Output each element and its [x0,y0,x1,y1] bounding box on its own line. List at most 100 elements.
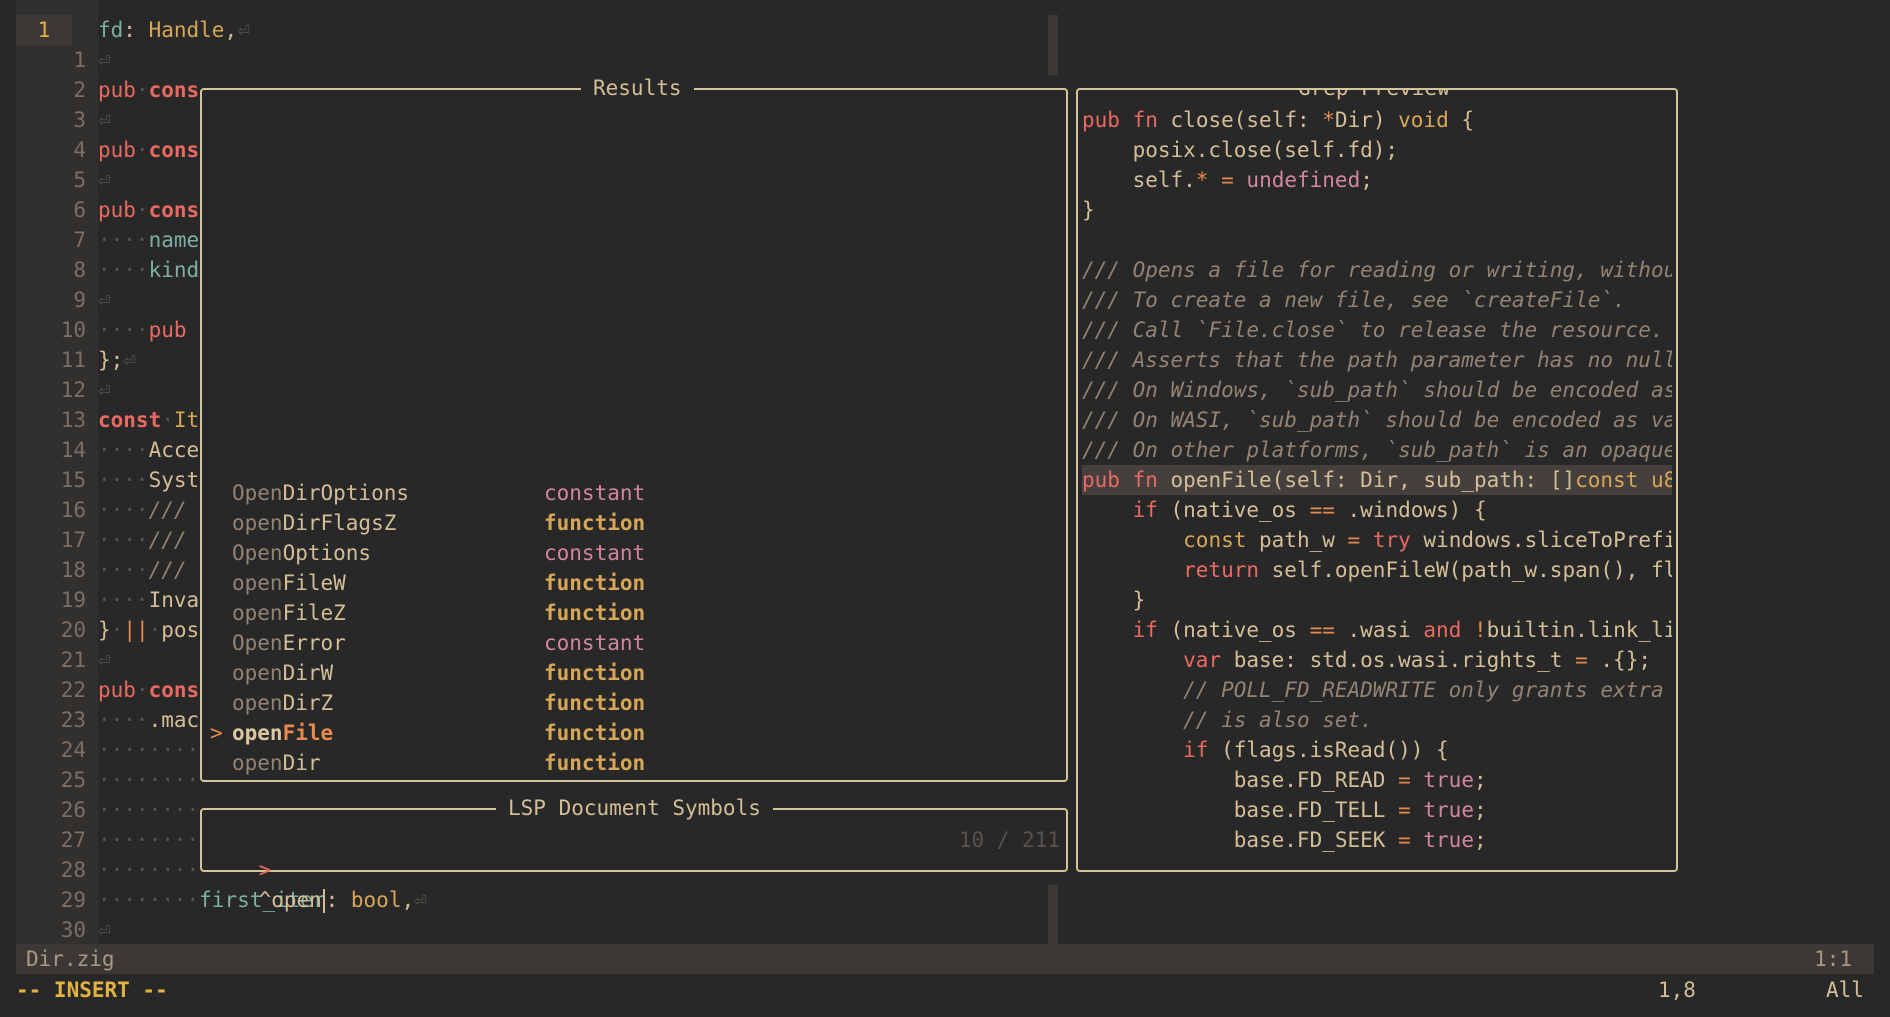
grep-preview-panel: Grep Preview pub fn close(self: *Dir) vo… [1076,88,1678,872]
result-match: open [232,601,283,625]
result-item[interactable]: openFileW function [222,568,1062,598]
preview-token: ; [1473,828,1487,852]
line-number: 29 [60,888,86,912]
preview-content: pub fn close(self: *Dir) void { posix.cl… [1082,105,1672,865]
preview-token [1411,828,1424,852]
line-number: 6 [73,198,86,222]
result-item[interactable]: openFileZ function [222,598,1062,628]
code-line[interactable]: ····/// [98,555,187,585]
code-token: || [123,618,149,642]
code-line[interactable]: const·It [98,405,199,435]
result-match: Open [232,631,283,655]
code-line[interactable]: ····Acce [98,435,199,465]
result-item[interactable]: OpenOptions constant [222,538,1062,568]
result-item[interactable]: openDir function [222,748,1062,778]
editor-scrollbar-bottom[interactable] [1048,885,1058,945]
preview-token: if [1132,618,1158,642]
preview-line: self.* = undefined; [1082,165,1672,195]
editor-top-line[interactable]: fd: Handle,⏎ [98,15,250,45]
code-token: Inva [148,588,200,612]
line-number: 25 [60,768,86,792]
code-line[interactable]: pub·cons [98,675,199,705]
preview-token: } [1082,198,1095,222]
result-item[interactable]: > openFile function [210,718,1062,748]
status-bar: Dir.zig 1:1 [16,944,1874,974]
code-line[interactable]: pub·cons [98,75,199,105]
code-line[interactable]: ········ [98,735,199,765]
code-token: · [135,138,149,162]
code-line[interactable]: ····name [98,225,199,255]
code-line[interactable]: ⏎ [98,375,111,405]
code-line[interactable]: ⏎ [98,45,111,75]
code-token: : [123,18,149,42]
line-number: 13 [60,408,86,432]
preview-token [1461,618,1474,642]
code-line[interactable]: ····kind [98,255,199,285]
code-token: · [161,408,174,432]
code-token: , [401,888,415,912]
preview-line: /// Asserts that the path parameter has … [1082,345,1672,375]
preview-token: path_w [1246,528,1348,552]
line-number: 15 [60,468,86,492]
result-kind: constant [544,631,646,655]
code-token: ········ [98,768,200,792]
result-item[interactable]: openDirFlagsZ function [222,508,1062,538]
result-match: open [232,661,283,685]
code-token: ···· [98,258,149,282]
line-number: 20 [60,618,86,642]
code-line[interactable]: };⏎ [98,345,136,375]
result-rest: DirOptions [282,481,410,505]
result-rest: File [282,721,334,745]
code-line[interactable]: ⏎ [98,165,111,195]
code-line[interactable]: ⏎ [98,645,111,675]
result-kind: function [544,661,646,685]
result-item[interactable]: openDirZ function [222,688,1062,718]
preview-token: posix.close(self.fd); [1082,138,1399,162]
preview-token: base.FD_TELL [1082,798,1399,822]
code-line[interactable]: ····pub [98,315,187,345]
preview-token: ! [1474,618,1487,642]
preview-token: = [1398,828,1411,852]
code-token: Acce [148,438,200,462]
result-rest: DirZ [282,691,334,715]
code-line[interactable]: pub·cons [98,195,199,225]
search-input[interactable]: > ^open [208,825,325,913]
editor-scrollbar-top[interactable] [1048,15,1058,75]
prompt-panel: LSP Document Symbols > ^open 10 / 211 [200,795,1068,913]
code-line[interactable]: pub·cons [98,135,199,165]
result-rest: Dir [282,751,321,775]
result-item[interactable]: openDirW function [222,658,1062,688]
code-line[interactable]: ········ [98,765,199,795]
preview-token: true [1423,768,1474,792]
code-token: pub [98,678,136,702]
code-line[interactable]: }·||·pos [98,615,199,645]
code-line[interactable]: ········ [98,795,199,825]
result-item[interactable]: OpenDirOptions constant [222,478,1062,508]
line-number: 3 [73,108,86,132]
result-kind: function [544,691,646,715]
code-line[interactable]: ⏎ [98,105,111,135]
code-line[interactable]: ········ [98,855,199,885]
line-number: 4 [73,138,86,162]
preview-token: ; [1473,798,1487,822]
code-line[interactable]: ····Inva [98,585,199,615]
result-kind: function [544,511,646,535]
result-name: OpenError [232,628,346,658]
code-token: : [325,888,351,912]
code-line[interactable]: ····/// [98,495,187,525]
preview-token: /// On Windows, `sub_path` should be enc… [1082,378,1672,402]
result-rest: DirFlagsZ [282,511,397,535]
code-line[interactable]: ····/// [98,525,187,555]
code-line[interactable]: ····.mac [98,705,199,735]
code-line[interactable]: ⏎ [98,285,111,315]
code-token: ···· [98,438,149,462]
preview-token: .windows) { [1334,498,1487,522]
line-number: 9 [73,288,86,312]
code-line[interactable]: ········ [98,825,199,855]
code-line[interactable]: ⏎ [98,915,111,945]
code-line[interactable]: ····Syst [98,465,199,495]
result-name: openDirW [232,658,333,688]
code-token: It [173,408,200,432]
result-rest: DirW [282,661,334,685]
result-item[interactable]: OpenError constant [222,628,1062,658]
